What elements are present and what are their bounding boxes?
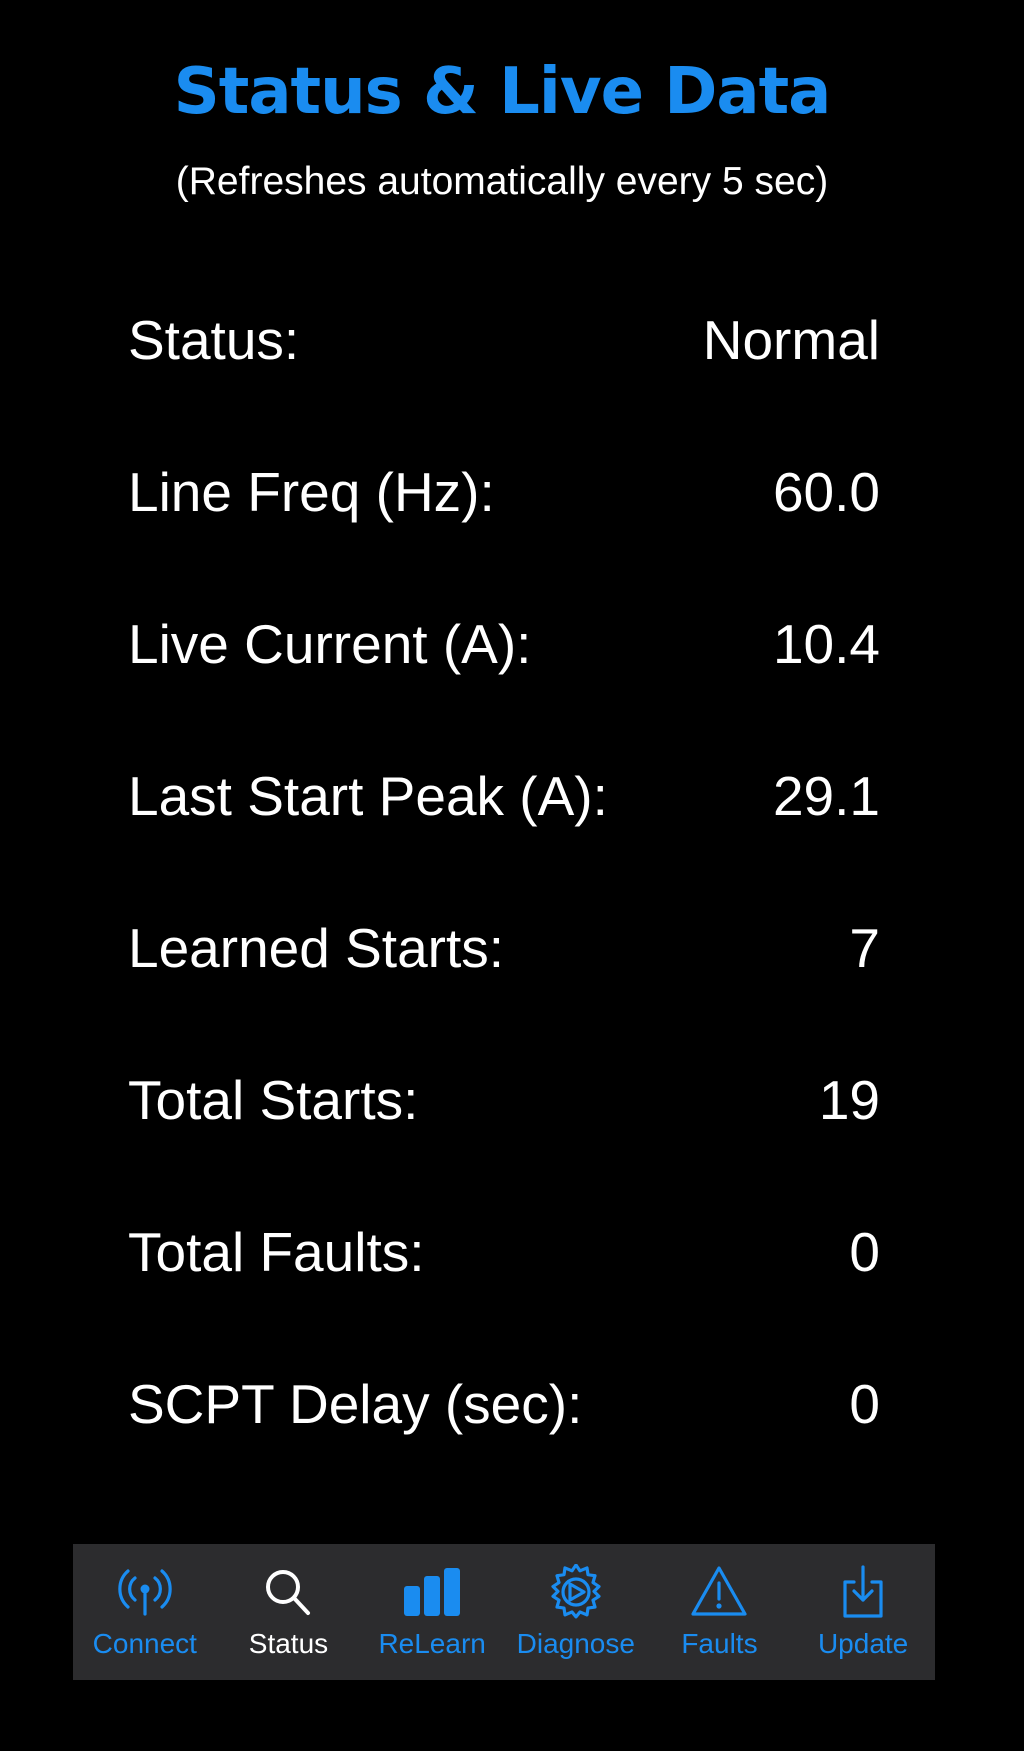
total-starts-value: 19 [818, 1069, 880, 1131]
page-title: Status & Live Data [173, 55, 832, 129]
tab-faults[interactable]: Faults [648, 1552, 790, 1672]
last-start-peak-value: 29.1 [772, 765, 880, 827]
row-scpt-delay: SCPT Delay (sec): 0 [128, 1364, 880, 1444]
row-line-freq: Line Freq (Hz): 60.0 [128, 452, 880, 532]
status-label: Status: [128, 309, 300, 371]
tab-diagnose[interactable]: Diagnose [505, 1552, 647, 1672]
learned-starts-value: 7 [849, 917, 880, 979]
tab-bar: Connect Status ReLearn Diagnose Faults U… [73, 1544, 935, 1680]
live-current-value: 10.4 [772, 613, 880, 675]
tab-update-label: Update [817, 1628, 909, 1659]
row-total-faults: Total Faults: 0 [128, 1212, 880, 1292]
tab-connect[interactable]: Connect [74, 1552, 216, 1672]
row-last-start-peak: Last Start Peak (A): 29.1 [128, 756, 880, 836]
total-faults-value: 0 [849, 1221, 880, 1283]
scpt-delay-value: 0 [849, 1373, 880, 1435]
tab-diagnose-label: Diagnose [516, 1628, 635, 1659]
tab-status-label: Status [248, 1628, 329, 1659]
line-freq-label: Line Freq (Hz): [128, 461, 495, 523]
live-current-label: Live Current (A): [128, 613, 532, 675]
line-freq-value: 60.0 [772, 461, 880, 523]
last-start-peak-label: Last Start Peak (A): [128, 765, 608, 827]
warning-icon [687, 1562, 751, 1622]
search-icon [256, 1562, 320, 1622]
gear-icon [544, 1562, 608, 1622]
bars-icon [400, 1562, 464, 1622]
download-icon [831, 1562, 895, 1622]
row-total-starts: Total Starts: 19 [128, 1060, 880, 1140]
row-status: Status: Normal [128, 300, 880, 380]
total-starts-label: Total Starts: [128, 1069, 419, 1131]
tab-connect-label: Connect [92, 1628, 197, 1659]
status-value: Normal [702, 309, 880, 371]
tab-relearn[interactable]: ReLearn [361, 1552, 503, 1672]
total-faults-label: Total Faults: [128, 1221, 425, 1283]
antenna-icon [113, 1562, 177, 1622]
row-learned-starts: Learned Starts: 7 [128, 908, 880, 988]
scpt-delay-label: SCPT Delay (sec): [128, 1373, 583, 1435]
tab-update[interactable]: Update [792, 1552, 934, 1672]
row-live-current: Live Current (A): 10.4 [128, 604, 880, 684]
tab-status[interactable]: Status [217, 1552, 359, 1672]
page-subtitle: (Refreshes automatically every 5 sec) [175, 160, 829, 203]
tab-relearn-label: ReLearn [378, 1628, 486, 1659]
learned-starts-label: Learned Starts: [128, 917, 505, 979]
tab-faults-label: Faults [681, 1628, 758, 1659]
